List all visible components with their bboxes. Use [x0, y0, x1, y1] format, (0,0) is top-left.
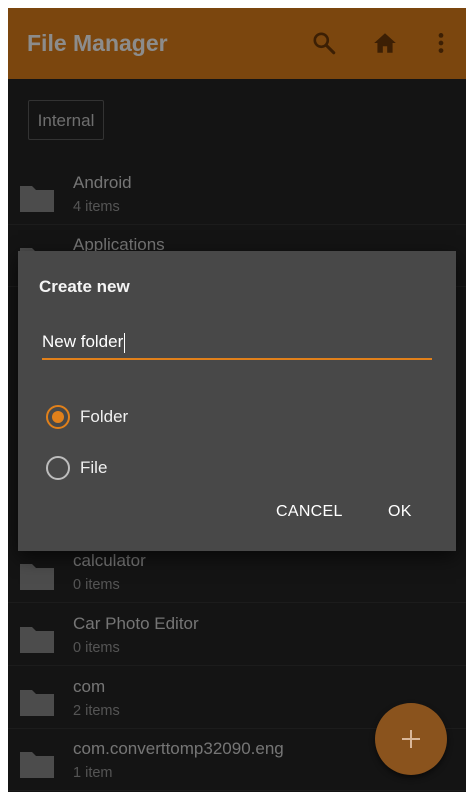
text-caret	[124, 332, 126, 353]
radio-button-checked[interactable]	[46, 405, 70, 429]
radio-button-unchecked[interactable]	[46, 456, 70, 480]
cancel-button[interactable]: CANCEL	[276, 503, 343, 521]
name-input-value: New folder	[42, 332, 124, 351]
add-fab-button[interactable]	[375, 703, 447, 775]
app-screen: File Manager Internal Android 4 items Ap…	[8, 8, 466, 792]
create-new-dialog: Create new New folder Folder File CANCEL…	[18, 251, 456, 551]
name-input[interactable]: New folder	[42, 326, 432, 360]
ok-button[interactable]: OK	[388, 503, 412, 521]
dialog-title: Create new	[39, 277, 130, 296]
plus-icon	[402, 730, 420, 748]
radio-label: File	[80, 458, 108, 477]
radio-label: Folder	[80, 407, 129, 426]
